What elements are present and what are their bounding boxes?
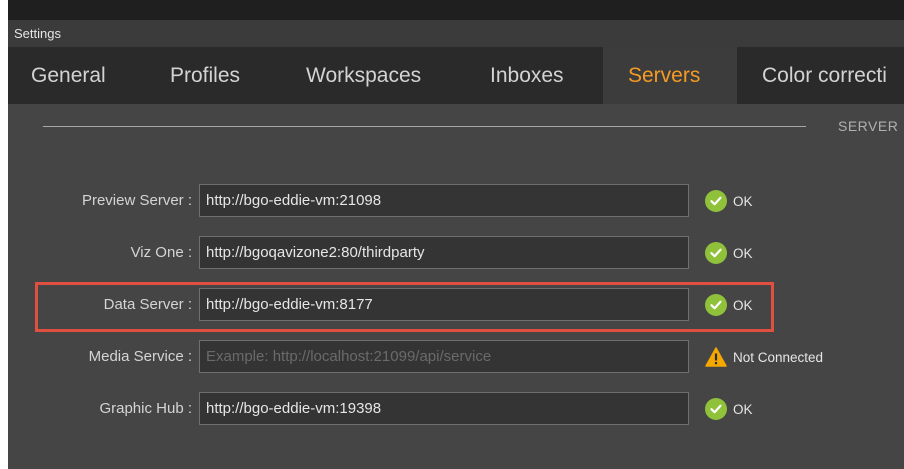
server-row-preview: Preview Server : http://bgo-eddie-vm:210… bbox=[8, 184, 904, 218]
server-label: Viz One : bbox=[130, 244, 192, 261]
tab-bar: General Profiles Workspaces Inboxes Serv… bbox=[8, 47, 904, 104]
tab-inboxes[interactable]: Inboxes bbox=[446, 47, 603, 104]
section-label: SERVER bbox=[838, 118, 899, 134]
top-strip bbox=[8, 0, 904, 20]
status-indicator: OK bbox=[705, 241, 753, 265]
tab-general[interactable]: General bbox=[8, 47, 136, 104]
section-divider bbox=[43, 126, 806, 127]
check-circle-icon bbox=[705, 242, 727, 264]
preview-server-input[interactable]: http://bgo-eddie-vm:21098 bbox=[199, 184, 689, 217]
status-indicator: Not Connected bbox=[705, 345, 823, 369]
status-text: OK bbox=[733, 193, 753, 209]
window-title: Settings bbox=[8, 20, 904, 47]
status-text: OK bbox=[733, 401, 753, 417]
check-circle-icon bbox=[705, 190, 727, 212]
tab-profiles[interactable]: Profiles bbox=[136, 47, 266, 104]
warning-icon bbox=[705, 347, 727, 367]
status-indicator: OK bbox=[705, 189, 753, 213]
status-text: Not Connected bbox=[733, 349, 824, 365]
status-text: OK bbox=[733, 245, 753, 261]
tab-color-correction[interactable]: Color correcti bbox=[737, 47, 904, 104]
server-label: Preview Server : bbox=[81, 192, 192, 209]
server-row-media-service: Media Service : Example: http://localhos… bbox=[8, 340, 904, 374]
tab-workspaces[interactable]: Workspaces bbox=[266, 47, 446, 104]
viz-one-input[interactable]: http://bgoqavizone2:80/thirdparty bbox=[199, 236, 689, 269]
data-server-highlight bbox=[35, 282, 774, 332]
graphic-hub-input[interactable]: http://bgo-eddie-vm:19398 bbox=[199, 392, 689, 425]
server-label: Graphic Hub : bbox=[99, 400, 192, 417]
servers-panel: SERVER Preview Server : http://bgo-eddie… bbox=[8, 104, 904, 469]
media-service-input[interactable]: Example: http://localhost:21099/api/serv… bbox=[199, 340, 689, 373]
check-circle-icon bbox=[705, 398, 727, 420]
status-indicator: OK bbox=[705, 397, 753, 421]
server-label: Media Service : bbox=[88, 348, 192, 365]
server-row-graphic-hub: Graphic Hub : http://bgo-eddie-vm:19398 … bbox=[8, 392, 904, 426]
server-row-viz-one: Viz One : http://bgoqavizone2:80/thirdpa… bbox=[8, 236, 904, 270]
tab-servers[interactable]: Servers bbox=[603, 47, 737, 104]
